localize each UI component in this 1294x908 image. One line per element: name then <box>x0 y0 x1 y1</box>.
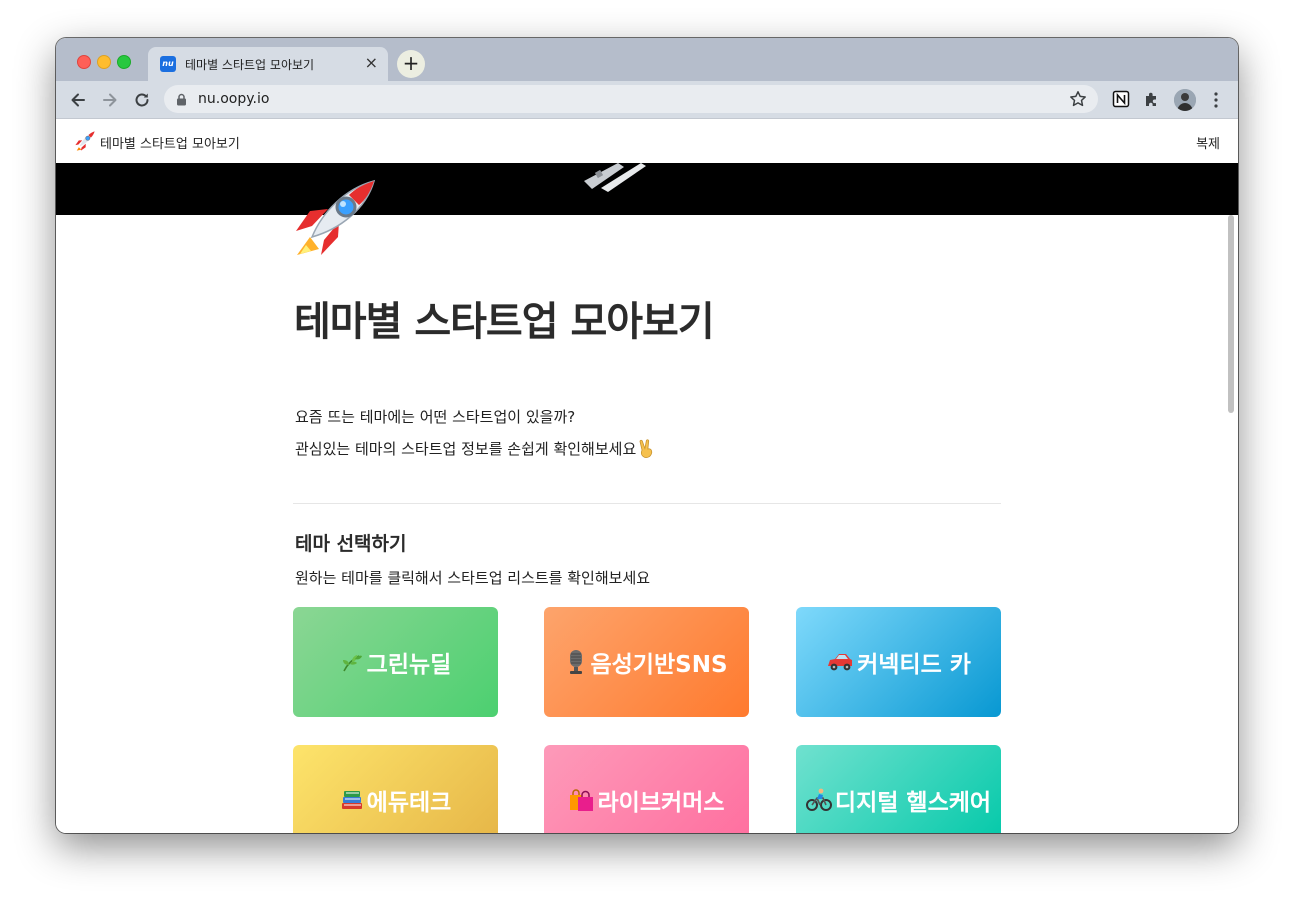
microphone-icon <box>570 650 583 674</box>
browser-window: nu 테마별 스타트업 모아보기 × + nu.oopy.io 테마별 스타트업… <box>56 38 1238 833</box>
extensions-puzzle-icon[interactable] <box>1143 90 1161 108</box>
tab-close-icon[interactable]: × <box>365 54 378 72</box>
theme-card-edutech[interactable]: 에듀테크 <box>293 745 498 833</box>
page-title: 테마별 스타트업 모아보기 <box>294 299 715 345</box>
forward-arrow-icon[interactable] <box>100 90 120 110</box>
duplicate-button[interactable]: 복제 <box>1196 133 1220 152</box>
books-icon <box>341 791 362 809</box>
theme-card-live-commerce[interactable]: 라이브커머스 <box>544 745 749 833</box>
page-rocket-icon <box>296 179 376 255</box>
theme-card-digital-healthcare[interactable]: 디지털 헬스케어 <box>796 745 1001 833</box>
theme-card-voice-sns[interactable]: 음성기반SNS <box>544 607 749 717</box>
browser-tab[interactable]: nu 테마별 스타트업 모아보기 × <box>148 47 388 81</box>
intro-line-2-row: 관심있는 테마의 스타트업 정보를 손쉽게 확인해보세요 <box>295 438 655 459</box>
bookmark-star-icon[interactable] <box>1068 89 1088 109</box>
browser-toolbar: nu.oopy.io <box>56 81 1238 119</box>
herb-icon <box>342 655 362 672</box>
theme-card-green-new-deal[interactable]: 그린뉴딜 <box>293 607 498 717</box>
section-title: 테마 선택하기 <box>295 533 407 555</box>
intro-line-1: 요즘 뜨는 테마에는 어떤 스타트업이 있을까? <box>295 408 576 426</box>
theme-card-label: 그린뉴딜 <box>366 652 452 678</box>
theme-card-label: 라이브커머스 <box>597 790 725 816</box>
page-topbar: 테마별 스타트업 모아보기 복제 <box>56 119 1238 163</box>
favicon-icon: nu <box>160 56 176 72</box>
cover-image <box>56 163 1238 215</box>
car-icon <box>828 654 853 671</box>
address-bar[interactable]: nu.oopy.io <box>164 85 1098 113</box>
tab-title: 테마별 스타트업 모아보기 <box>185 58 315 72</box>
url-text: nu.oopy.io <box>198 91 270 107</box>
victory-hand-icon <box>639 438 653 458</box>
web-page: 테마별 스타트업 모아보기 복제 테마별 스타트업 모아보기 요즘 뜨는 테마에… <box>56 119 1238 833</box>
back-arrow-icon[interactable] <box>68 90 88 110</box>
space-shuttle-icon <box>584 163 646 192</box>
theme-card-label: 커넥티드 카 <box>857 652 971 678</box>
section-description: 원하는 테마를 클릭해서 스타트업 리스트를 확인해보세요 <box>295 569 651 587</box>
person-icon <box>1174 89 1196 111</box>
close-window-button[interactable] <box>77 55 91 69</box>
theme-card-label: 음성기반SNS <box>590 652 728 678</box>
shopping-bags-icon <box>569 789 593 811</box>
profile-avatar[interactable] <box>1174 89 1196 111</box>
intro-line-2: 관심있는 테마의 스타트업 정보를 손쉽게 확인해보세요 <box>295 440 637 458</box>
page-scrollbar[interactable] <box>1228 215 1234 413</box>
topbar-title[interactable]: 테마별 스타트업 모아보기 <box>100 133 240 152</box>
tab-strip: nu 테마별 스타트업 모아보기 × + <box>56 38 1238 81</box>
theme-card-label: 에듀테크 <box>366 790 452 816</box>
divider <box>293 503 1001 504</box>
theme-card-connected-car[interactable]: 커넥티드 카 <box>796 607 1001 717</box>
more-menu-icon[interactable] <box>1208 91 1224 109</box>
zoom-window-button[interactable] <box>117 55 131 69</box>
reload-icon[interactable] <box>132 90 152 110</box>
theme-card-label: 디지털 헬스케어 <box>834 790 992 816</box>
cyclist-icon <box>805 788 832 811</box>
new-tab-button[interactable]: + <box>397 50 425 78</box>
minimize-window-button[interactable] <box>97 55 111 69</box>
rocket-icon <box>75 131 95 151</box>
notion-extension-icon[interactable] <box>1112 90 1130 108</box>
lock-icon <box>177 93 186 106</box>
